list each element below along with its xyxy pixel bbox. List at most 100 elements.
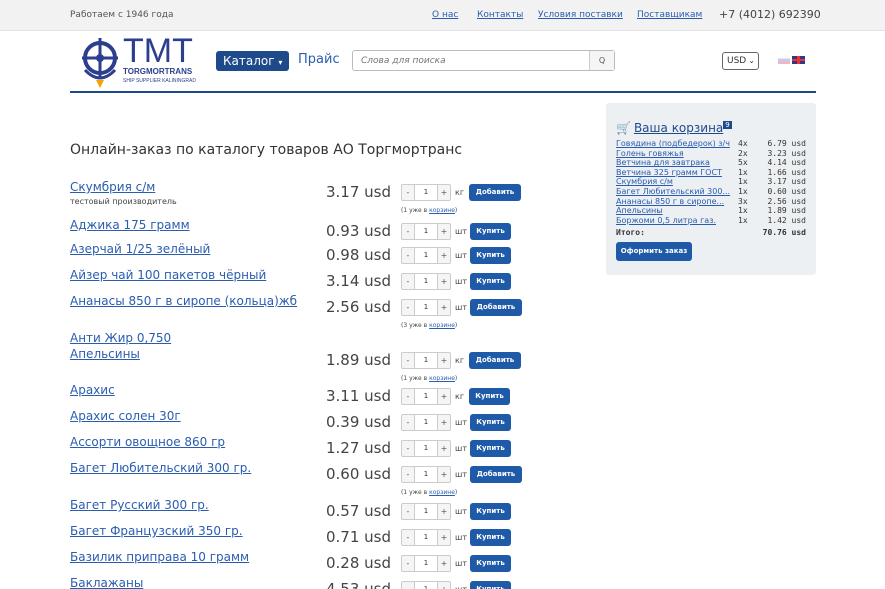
- buy-button[interactable]: Купить: [470, 414, 511, 431]
- buy-button[interactable]: Купить: [469, 388, 510, 405]
- cart-item-name[interactable]: Ветчина для завтрака: [616, 158, 738, 167]
- checkout-button[interactable]: Оформить заказ: [616, 242, 692, 261]
- suppliers-link[interactable]: Поставщикам: [637, 10, 702, 20]
- decrement-button[interactable]: -: [401, 466, 415, 483]
- product-name-link[interactable]: Ассорти овощное 860 гр: [70, 435, 225, 449]
- quantity-input[interactable]: 1: [415, 581, 437, 589]
- search-input[interactable]: [353, 51, 589, 70]
- decrement-button[interactable]: -: [401, 555, 415, 572]
- product-name-link[interactable]: Анти Жир 0,750: [70, 331, 171, 345]
- buy-button[interactable]: Купить: [470, 440, 511, 457]
- increment-button[interactable]: +: [437, 414, 451, 431]
- increment-button[interactable]: +: [437, 388, 451, 405]
- site-logo[interactable]: TMT TORGMORTRANS SHIP SUPPLIER KALININGR…: [79, 32, 204, 90]
- quantity-input[interactable]: 1: [415, 503, 437, 520]
- buy-button[interactable]: Купить: [470, 247, 511, 264]
- quantity-input[interactable]: 1: [415, 352, 437, 369]
- decrement-button[interactable]: -: [401, 440, 415, 457]
- cart-title[interactable]: 🛒 Ваша корзина 9: [616, 121, 732, 135]
- increment-button[interactable]: +: [437, 440, 451, 457]
- add-to-cart-button[interactable]: Добавить: [469, 352, 521, 369]
- quantity-input[interactable]: 1: [415, 414, 437, 431]
- flag-ru-icon[interactable]: [778, 56, 790, 64]
- cart-item-name[interactable]: Багет Любительский 300...: [616, 187, 738, 196]
- chevron-down-icon: ⌄: [748, 56, 755, 65]
- flag-en-icon[interactable]: [792, 56, 805, 64]
- in-cart-link[interactable]: корзине: [429, 375, 455, 382]
- product-name-link[interactable]: Багет Русский 300 гр.: [70, 498, 209, 512]
- product-name-link[interactable]: Айзер чай 100 пакетов чёрный: [70, 268, 266, 282]
- quantity-input[interactable]: 1: [415, 247, 437, 264]
- quantity-input[interactable]: 1: [415, 466, 437, 483]
- about-link[interactable]: О нас: [432, 10, 458, 20]
- cart-item-name[interactable]: Говядина (подбедерок) з/ч: [616, 139, 738, 148]
- buy-button[interactable]: Купить: [470, 223, 511, 240]
- quantity-input[interactable]: 1: [415, 529, 437, 546]
- product-name-link[interactable]: Арахис солен 30г: [70, 409, 181, 423]
- add-to-cart-button[interactable]: Добавить: [469, 184, 521, 201]
- quantity-input[interactable]: 1: [415, 184, 437, 201]
- decrement-button[interactable]: -: [401, 184, 415, 201]
- price-link[interactable]: Прайс: [298, 52, 340, 67]
- buy-button[interactable]: Купить: [470, 581, 511, 589]
- product-name-link[interactable]: Базилик приправа 10 грамм: [70, 550, 249, 564]
- quantity-input[interactable]: 1: [415, 388, 437, 405]
- increment-button[interactable]: +: [437, 184, 451, 201]
- increment-button[interactable]: +: [437, 581, 451, 589]
- buy-button[interactable]: Купить: [470, 273, 511, 290]
- increment-button[interactable]: +: [437, 247, 451, 264]
- decrement-button[interactable]: -: [401, 581, 415, 589]
- product-name-link[interactable]: Аджика 175 грамм: [70, 218, 190, 232]
- currency-select[interactable]: USD ⌄: [722, 52, 759, 70]
- increment-button[interactable]: +: [437, 555, 451, 572]
- increment-button[interactable]: +: [437, 352, 451, 369]
- product-name-link[interactable]: Ананасы 850 г в сиропе (кольца)жб: [70, 294, 297, 308]
- cart-item-name[interactable]: Ветчина 325 грамм ГОСТ: [616, 168, 738, 177]
- decrement-button[interactable]: -: [401, 273, 415, 290]
- product-name-link[interactable]: Арахис: [70, 383, 115, 397]
- add-to-cart-button[interactable]: Добавить: [470, 299, 522, 316]
- increment-button[interactable]: +: [437, 223, 451, 240]
- catalog-dropdown-button[interactable]: Каталог ▾: [216, 51, 290, 71]
- product-name-link[interactable]: Апельсины: [70, 347, 140, 361]
- cart-item-name[interactable]: Боржоми 0,5 литра газ.: [616, 216, 738, 225]
- contacts-link[interactable]: Контакты: [477, 10, 523, 20]
- product-name-link[interactable]: Багет Французский 350 гр.: [70, 524, 243, 538]
- product-name-link[interactable]: Скумбрия с/м: [70, 180, 155, 194]
- delivery-terms-link[interactable]: Условия поставки: [538, 10, 623, 20]
- cart-item-price: 1.89 usd: [767, 206, 806, 216]
- quantity-input[interactable]: 1: [415, 299, 437, 316]
- increment-button[interactable]: +: [437, 503, 451, 520]
- quantity-input[interactable]: 1: [415, 223, 437, 240]
- search-button[interactable]: Q: [589, 51, 614, 70]
- in-cart-link[interactable]: корзине: [429, 207, 455, 214]
- increment-button[interactable]: +: [437, 299, 451, 316]
- decrement-button[interactable]: -: [401, 247, 415, 264]
- buy-button[interactable]: Купить: [470, 529, 511, 546]
- increment-button[interactable]: +: [437, 529, 451, 546]
- quantity-input[interactable]: 1: [415, 555, 437, 572]
- cart-item-name[interactable]: Скумбрия с/м: [616, 177, 738, 186]
- product-name-link[interactable]: Азерчай 1/25 зелёный: [70, 242, 210, 256]
- decrement-button[interactable]: -: [401, 299, 415, 316]
- decrement-button[interactable]: -: [401, 414, 415, 431]
- cart-item-name[interactable]: Ананасы 850 г в сиропе...: [616, 197, 738, 206]
- cart-item-name[interactable]: Голень говяжья: [616, 149, 738, 158]
- in-cart-link[interactable]: корзине: [429, 322, 455, 329]
- cart-item-name[interactable]: Апельсины: [616, 206, 738, 215]
- buy-button[interactable]: Купить: [470, 503, 511, 520]
- quantity-input[interactable]: 1: [415, 273, 437, 290]
- decrement-button[interactable]: -: [401, 352, 415, 369]
- buy-button[interactable]: Купить: [470, 555, 511, 572]
- product-name-link[interactable]: Баклажаны: [70, 576, 143, 589]
- product-name-link[interactable]: Багет Любительский 300 гр.: [70, 461, 251, 475]
- quantity-input[interactable]: 1: [415, 440, 437, 457]
- increment-button[interactable]: +: [437, 273, 451, 290]
- decrement-button[interactable]: -: [401, 388, 415, 405]
- decrement-button[interactable]: -: [401, 503, 415, 520]
- increment-button[interactable]: +: [437, 466, 451, 483]
- add-to-cart-button[interactable]: Добавить: [470, 466, 522, 483]
- in-cart-link[interactable]: корзине: [429, 489, 455, 496]
- decrement-button[interactable]: -: [401, 223, 415, 240]
- decrement-button[interactable]: -: [401, 529, 415, 546]
